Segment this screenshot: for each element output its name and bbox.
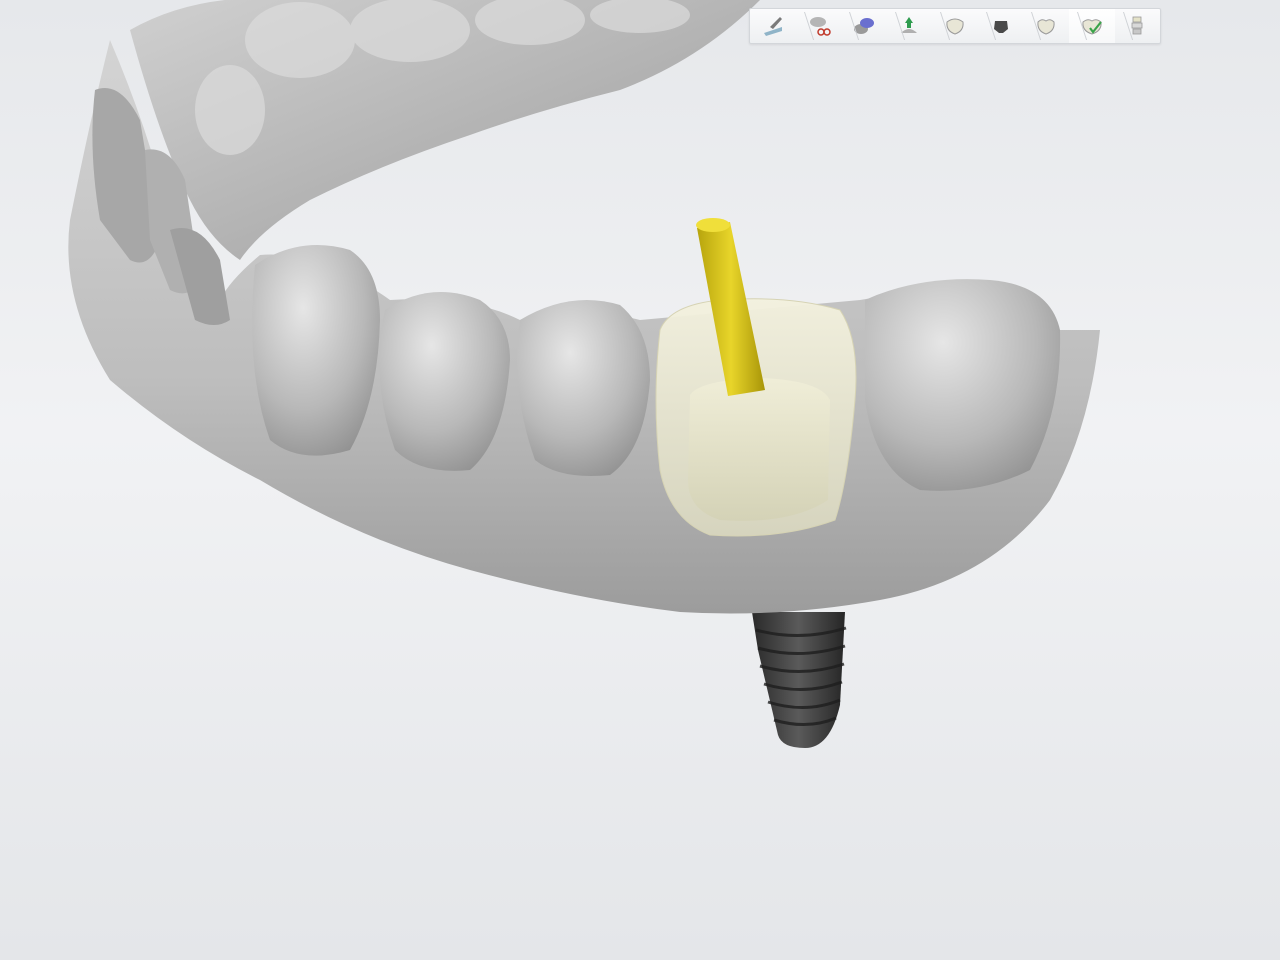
scan-step[interactable] [750, 9, 796, 43]
margin-step[interactable] [887, 9, 933, 43]
crown-restoration[interactable] [655, 298, 857, 537]
finish-step[interactable] [1068, 9, 1115, 43]
workflow-toolbar [749, 8, 1161, 44]
scissors-model-icon [805, 13, 832, 39]
align-models-icon [851, 13, 877, 39]
scalpel-scan-icon [760, 13, 786, 39]
output-step[interactable] [1115, 9, 1161, 43]
implant-screw[interactable] [752, 612, 847, 748]
anatomy-step[interactable] [1023, 9, 1069, 43]
crown-step[interactable] [932, 9, 978, 43]
margin-line-icon [896, 13, 922, 39]
check-tooth-icon [1079, 13, 1105, 39]
anatomy-tooth-icon [1033, 13, 1059, 39]
crown-icon [942, 13, 968, 39]
align-step[interactable] [841, 9, 887, 43]
abutment-step[interactable] [978, 9, 1024, 43]
dental-scene [68, 0, 1100, 748]
3d-viewport[interactable] [0, 0, 1280, 960]
abutment-icon [988, 13, 1014, 39]
stack-output-icon [1124, 13, 1150, 39]
cut-step[interactable] [796, 9, 842, 43]
